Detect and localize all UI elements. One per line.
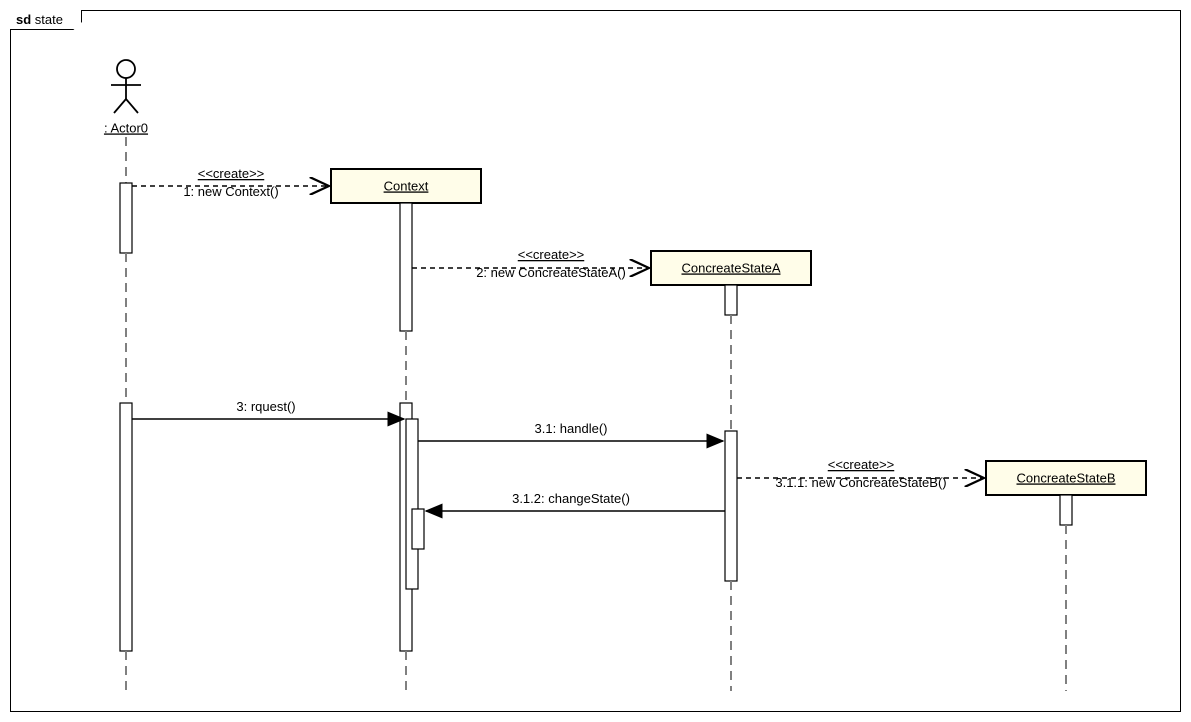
context-activation-2c xyxy=(412,509,424,549)
frame-label: sd state xyxy=(10,10,82,30)
msg-1-label: 1: new Context() xyxy=(183,184,278,199)
msg-3-1-label: 3.1: handle() xyxy=(535,421,608,436)
sequence-diagram-frame: sd state : Actor0 Con xyxy=(10,10,1181,712)
msg-3-1-1-stereo: <<create>> xyxy=(828,457,895,472)
stateA-activation-init xyxy=(725,285,737,315)
stateA-label: ConcreateStateA xyxy=(681,260,780,275)
msg-3-1-2-label: 3.1.2: changeState() xyxy=(512,491,630,506)
msg-1-stereo: <<create>> xyxy=(198,166,265,181)
context-activation-2b xyxy=(406,419,418,589)
msg-2-stereo: <<create>> xyxy=(518,247,585,262)
stateB-activation-init xyxy=(1060,495,1072,525)
stateB-label: ConcreateStateB xyxy=(1016,470,1115,485)
actor-label: : Actor0 xyxy=(104,120,148,135)
stateA-activation-2 xyxy=(725,431,737,581)
context-activation-1 xyxy=(400,203,412,331)
actor-activation-2 xyxy=(120,403,132,651)
actor-activation-1 xyxy=(120,183,132,253)
actor-icon xyxy=(111,60,141,113)
msg-3-label: 3: rquest() xyxy=(236,399,295,414)
diagram-canvas: : Actor0 Context ConcreateStateA Concrea… xyxy=(11,11,1180,711)
msg-2-label: 2: new ConcreateStateA() xyxy=(476,265,626,280)
frame-label-name: state xyxy=(35,12,63,27)
frame-label-prefix: sd xyxy=(16,12,31,27)
context-label: Context xyxy=(384,178,429,193)
msg-3-1-1-label: 3.1.1: new ConcreateStateB() xyxy=(775,475,946,490)
